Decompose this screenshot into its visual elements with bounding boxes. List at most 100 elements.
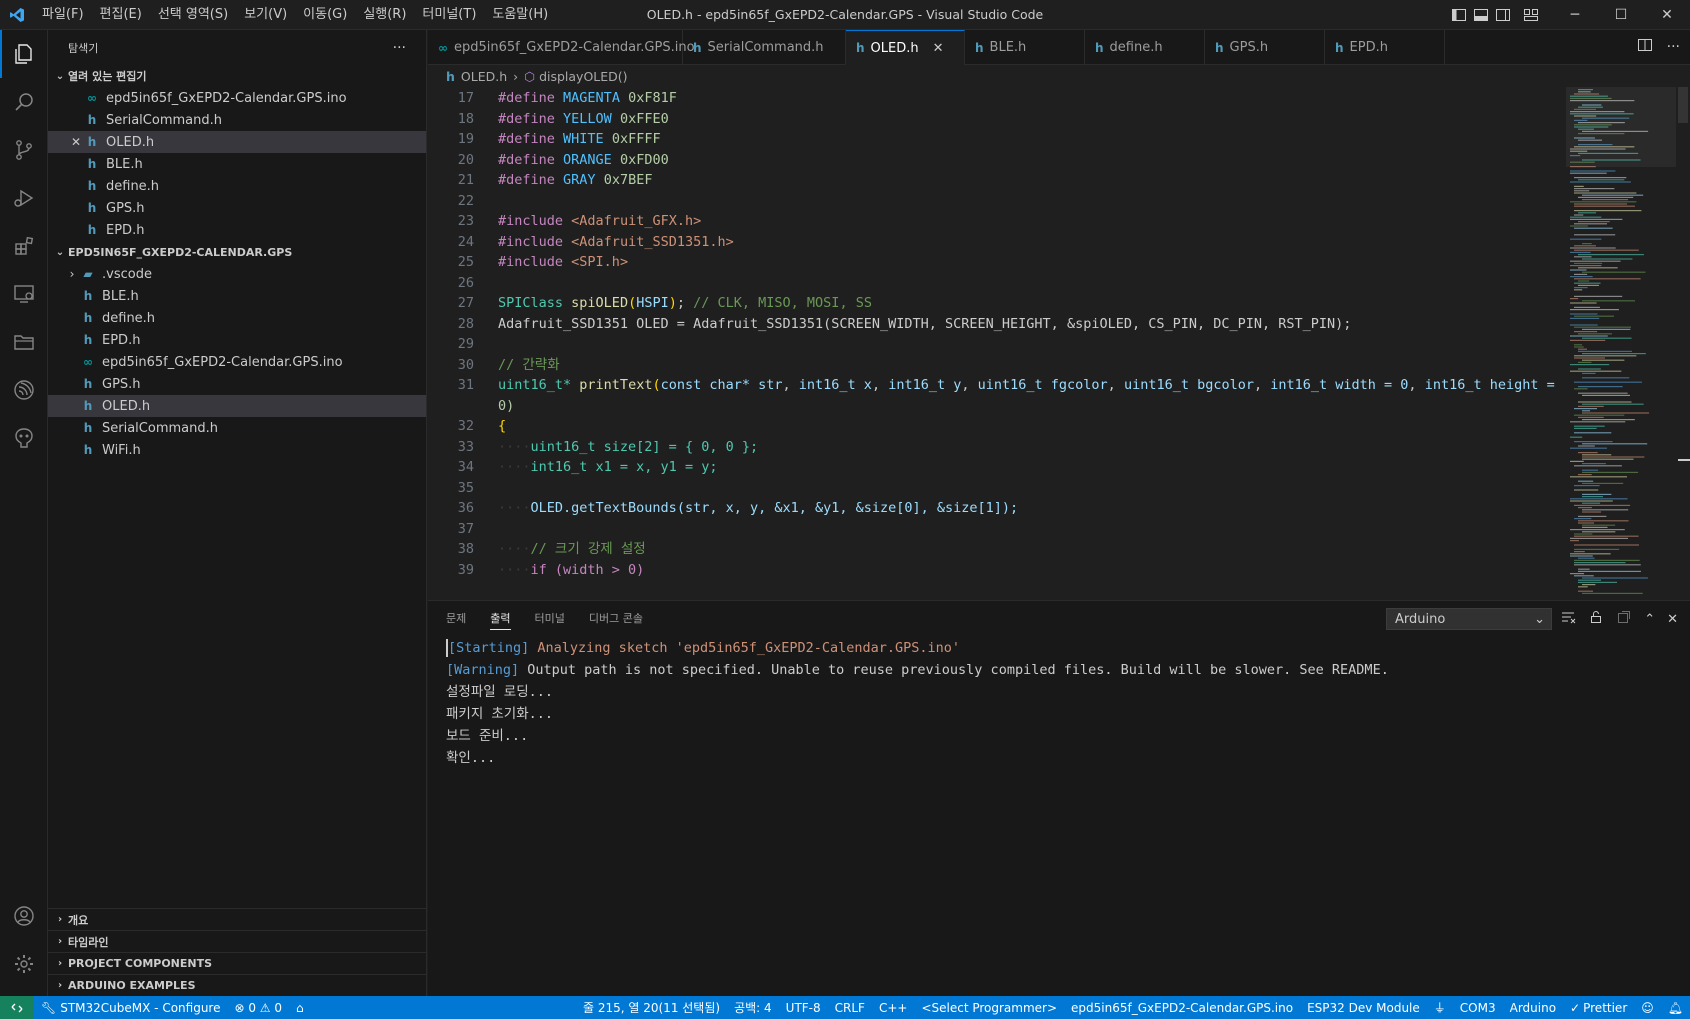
line-ending[interactable]: CRLF bbox=[828, 996, 872, 1019]
account-icon[interactable] bbox=[0, 892, 48, 940]
remote-explorer-icon[interactable] bbox=[0, 270, 48, 318]
tree-file[interactable]: h BLE.h bbox=[48, 285, 426, 307]
customize-layout-icon[interactable] bbox=[1520, 0, 1542, 30]
open-editor-item[interactable]: h GPS.h bbox=[48, 197, 426, 219]
menu-help[interactable]: 도움말(H) bbox=[484, 0, 556, 30]
minimap-viewport[interactable] bbox=[1566, 87, 1676, 167]
minimap[interactable] bbox=[1566, 87, 1676, 600]
open-editor-item[interactable]: h BLE.h bbox=[48, 153, 426, 175]
open-editors-header[interactable]: ⌄ 열려 있는 편집기 bbox=[48, 65, 426, 87]
tree-file-active[interactable]: h OLED.h bbox=[48, 395, 426, 417]
tab-ble[interactable]: h BLE.h bbox=[965, 30, 1085, 65]
notifications-bell-icon[interactable]: 🔔︎ bbox=[1661, 996, 1690, 1019]
tab-output[interactable]: 출력 bbox=[490, 601, 511, 636]
workspace-header[interactable]: ⌄ EPD5IN65F_GXEPD2-CALENDAR.GPS bbox=[48, 241, 426, 263]
indentation[interactable]: 공백: 4 bbox=[727, 996, 779, 1019]
encoding[interactable]: UTF-8 bbox=[779, 996, 828, 1019]
open-in-editor-icon[interactable] bbox=[1616, 609, 1632, 629]
code-editor[interactable]: 17 #define MAGENTA 0xF81F 18 #define YELLO… bbox=[428, 87, 1690, 600]
breadcrumb-symbol[interactable]: displayOLED() bbox=[539, 69, 627, 84]
source-control-icon[interactable] bbox=[0, 126, 48, 174]
tab-debug-console[interactable]: 디버그 콘솔 bbox=[589, 601, 643, 636]
clear-output-icon[interactable] bbox=[1560, 609, 1576, 629]
serial-port[interactable]: COM3 bbox=[1453, 996, 1503, 1019]
select-programmer[interactable]: <Select Programmer> bbox=[914, 996, 1064, 1019]
sketch-file[interactable]: epd5in65f_GxEPD2-Calendar.GPS.ino bbox=[1064, 996, 1300, 1019]
menu-terminal[interactable]: 터미널(T) bbox=[414, 0, 484, 30]
menu-go[interactable]: 이동(G) bbox=[295, 0, 355, 30]
minimap-line bbox=[1574, 504, 1631, 506]
tree-file[interactable]: h SerialCommand.h bbox=[48, 417, 426, 439]
tree-file[interactable]: ∞ epd5in65f_GxEPD2-Calendar.GPS.ino bbox=[48, 351, 426, 373]
toggle-panel-icon[interactable] bbox=[1470, 0, 1492, 30]
open-editor-item[interactable]: h SerialCommand.h bbox=[48, 109, 426, 131]
tab-problems[interactable]: 문제 bbox=[446, 601, 466, 636]
outline-header[interactable]: › 개요 bbox=[48, 908, 426, 930]
prettier-status[interactable]: ✓ Prettier bbox=[1563, 996, 1634, 1019]
tab-define[interactable]: h define.h bbox=[1085, 30, 1205, 65]
menu-edit[interactable]: 편집(E) bbox=[92, 0, 150, 30]
language-mode[interactable]: C++ bbox=[872, 996, 915, 1019]
close-window-icon[interactable]: ✕ bbox=[1644, 0, 1690, 30]
stm32-configure[interactable]: 🔧︎ STM32CubeMX - Configure bbox=[34, 996, 227, 1019]
remote-icon[interactable] bbox=[0, 996, 34, 1019]
breadcrumb-file[interactable]: OLED.h bbox=[461, 69, 507, 84]
maximize-panel-icon[interactable]: ⌃ bbox=[1644, 612, 1655, 627]
manage-gear-icon[interactable] bbox=[0, 940, 48, 988]
close-panel-icon[interactable]: ✕ bbox=[1667, 612, 1678, 627]
timeline-header[interactable]: › 타임라인 bbox=[48, 930, 426, 952]
project-components-header[interactable]: › PROJECT COMPONENTS bbox=[48, 952, 426, 974]
platformio-icon[interactable] bbox=[0, 414, 48, 462]
feedback-icon[interactable]: ☺ bbox=[1634, 996, 1661, 1019]
open-editor-item[interactable]: h define.h bbox=[48, 175, 426, 197]
more-actions-icon[interactable]: ··· bbox=[393, 40, 406, 56]
esp-idf-icon[interactable] bbox=[0, 366, 48, 414]
tab-ino[interactable]: ∞ epd5in65f_GxEPD2-Calendar.GPS.ino bbox=[428, 30, 695, 65]
output-content[interactable]: [Starting] Analyzing sketch 'epd5in65f_G… bbox=[446, 637, 1389, 769]
minimize-icon[interactable]: ─ bbox=[1552, 0, 1598, 30]
code-line: #define MAGENTA 0xF81F bbox=[498, 90, 677, 106]
split-editor-icon[interactable] bbox=[1637, 37, 1653, 57]
tree-file[interactable]: h define.h bbox=[48, 307, 426, 329]
tab-terminal[interactable]: 터미널 bbox=[535, 601, 565, 636]
folder-icon[interactable] bbox=[0, 318, 48, 366]
open-editor-item[interactable]: h EPD.h bbox=[48, 219, 426, 241]
tree-file[interactable]: h EPD.h bbox=[48, 329, 426, 351]
minimap-line bbox=[1582, 526, 1608, 528]
search-icon[interactable] bbox=[0, 78, 48, 126]
run-debug-icon[interactable] bbox=[0, 174, 48, 222]
tab-oled[interactable]: h OLED.h ✕ bbox=[846, 30, 965, 65]
plug-icon[interactable]: ⏚ bbox=[1427, 996, 1453, 1019]
tab-serialcommand[interactable]: h SerialCommand.h bbox=[683, 30, 846, 65]
menu-selection[interactable]: 선택 영역(S) bbox=[150, 0, 236, 30]
open-editor-item-active[interactable]: ✕ h OLED.h bbox=[48, 131, 426, 153]
toggle-secondary-sidebar-icon[interactable] bbox=[1492, 0, 1514, 30]
vertical-scrollbar[interactable] bbox=[1676, 87, 1690, 600]
tab-gps[interactable]: h GPS.h bbox=[1205, 30, 1325, 65]
board-select[interactable]: ESP32 Dev Module bbox=[1300, 996, 1427, 1019]
cursor-position[interactable]: 줄 215, 열 20(11 선택됨) bbox=[576, 996, 727, 1019]
close-icon[interactable]: ✕ bbox=[933, 41, 944, 56]
open-editor-item[interactable]: ∞ epd5in65f_GxEPD2-Calendar.GPS.ino bbox=[48, 87, 426, 109]
menu-file[interactable]: 파일(F) bbox=[34, 0, 92, 30]
tab-epd[interactable]: h EPD.h bbox=[1325, 30, 1445, 65]
menu-view[interactable]: 보기(V) bbox=[236, 0, 295, 30]
tree-folder-vscode[interactable]: › ▰ .vscode bbox=[48, 263, 426, 285]
menu-run[interactable]: 실행(R) bbox=[355, 0, 414, 30]
home-icon[interactable]: ⌂ bbox=[289, 996, 311, 1019]
minimap-line bbox=[1578, 221, 1610, 223]
arduino-status[interactable]: Arduino bbox=[1503, 996, 1563, 1019]
toggle-sidebar-icon[interactable] bbox=[1448, 0, 1470, 30]
output-channel-select[interactable]: Arduino ⌄ bbox=[1386, 608, 1552, 630]
minimap-line bbox=[1570, 436, 1583, 438]
tree-file[interactable]: h WiFi.h bbox=[48, 439, 426, 461]
lock-icon[interactable] bbox=[1588, 609, 1604, 629]
more-actions-icon[interactable]: ··· bbox=[1667, 39, 1680, 55]
arduino-examples-header[interactable]: › ARDUINO EXAMPLES bbox=[48, 974, 426, 996]
problems-count[interactable]: ⊗ 0 ⚠ 0 bbox=[227, 996, 289, 1019]
explorer-icon[interactable] bbox=[0, 30, 48, 78]
extensions-icon[interactable] bbox=[0, 222, 48, 270]
close-icon[interactable]: ✕ bbox=[68, 135, 84, 149]
maximize-icon[interactable]: ☐ bbox=[1598, 0, 1644, 30]
tree-file[interactable]: h GPS.h bbox=[48, 373, 426, 395]
